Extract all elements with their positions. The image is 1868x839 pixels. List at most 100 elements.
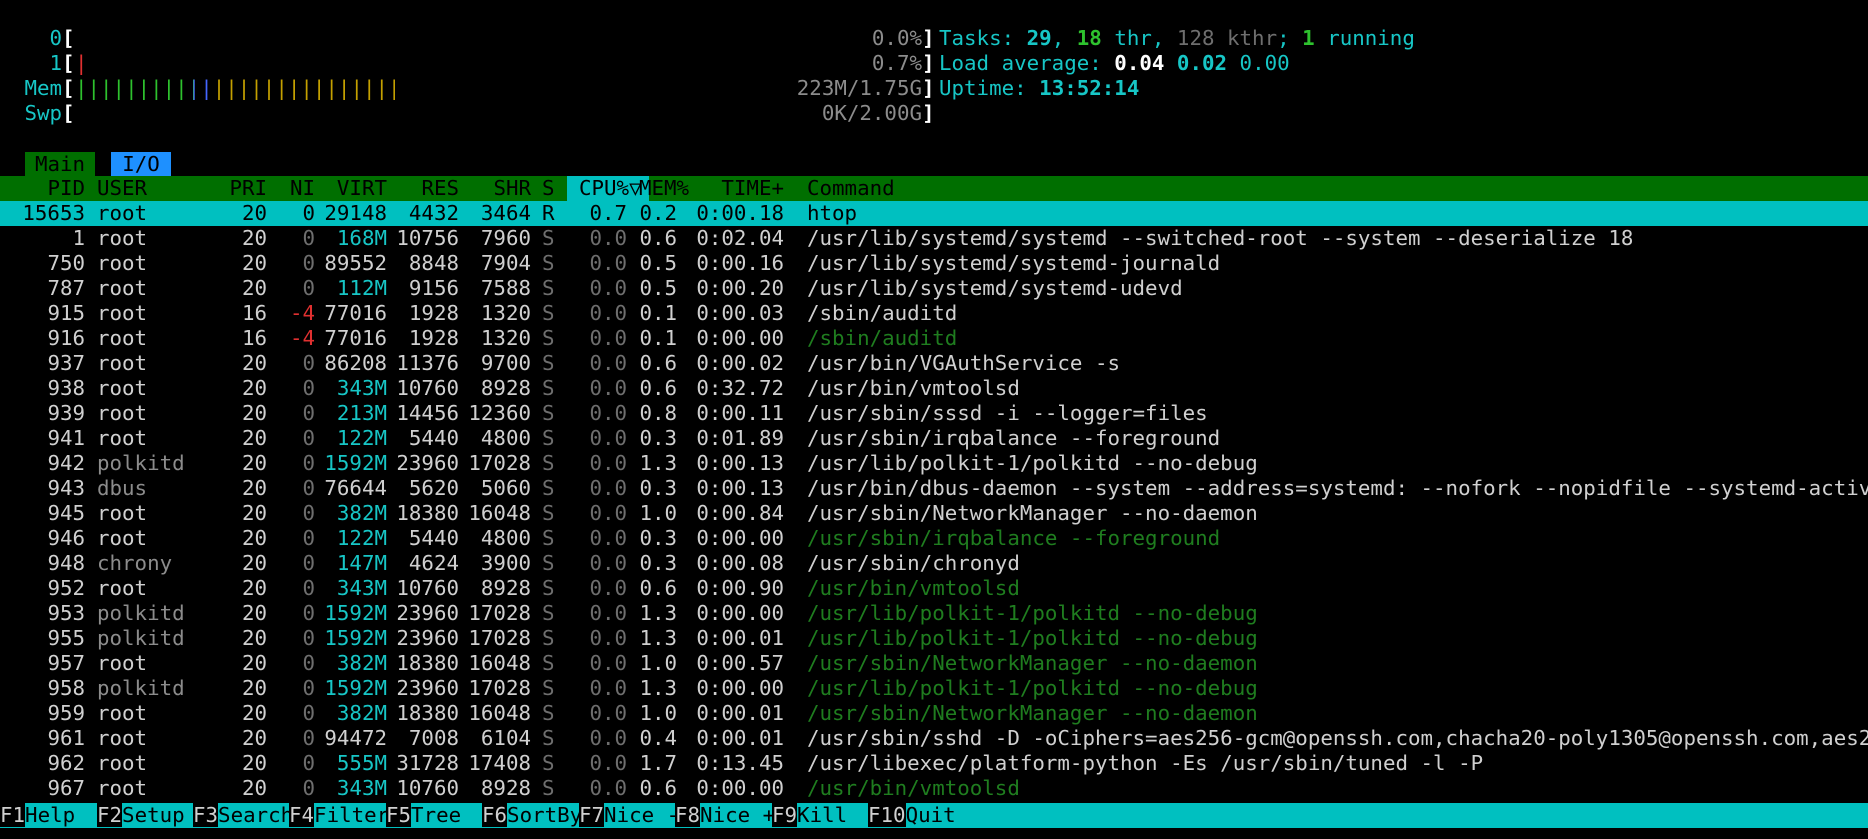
function-key-bar: F1Help F2Setup F3Search F4Filter F5Tree … xyxy=(0,803,1868,828)
cell-res: 4624 xyxy=(408,551,459,575)
cell-cpu: 0.0 xyxy=(589,451,627,475)
tab-io[interactable]: I/O xyxy=(111,152,171,176)
cell-virt: 122M xyxy=(336,526,387,550)
tasks-count: 29 xyxy=(1026,26,1052,50)
cell-mem: 1.0 xyxy=(639,501,677,525)
cell-res: 18380 xyxy=(396,501,459,525)
cell-res: 31728 xyxy=(396,751,459,775)
cell-res: 10756 xyxy=(396,226,459,250)
col-mem[interactable]: MEM% xyxy=(639,176,689,201)
cell-time: 0:00.00 xyxy=(696,676,784,700)
col-pid[interactable]: PID xyxy=(0,176,85,201)
cell-ni: 0 xyxy=(302,676,315,700)
cell-cpu: 0.0 xyxy=(589,226,627,250)
cell-cpu: 0.0 xyxy=(589,651,627,675)
cell-res: 7008 xyxy=(408,726,459,750)
f5-tree-button[interactable]: F5Tree xyxy=(386,803,482,828)
swp-value: 0K/2.00G xyxy=(821,101,922,125)
cell-mem: 1.3 xyxy=(639,451,677,475)
col-res[interactable]: RES xyxy=(387,176,459,201)
cell-time: 0:00.08 xyxy=(696,551,784,575)
mem-value: 223M/1.75G xyxy=(796,76,922,100)
cell-user: polkitd xyxy=(97,626,185,650)
cell-shr: 16048 xyxy=(468,701,531,725)
cell-command: /usr/sbin/NetworkManager --no-daemon xyxy=(807,651,1258,675)
cell-command: /usr/sbin/irqbalance --foreground xyxy=(807,526,1221,550)
cell-pid: 1 xyxy=(72,226,85,250)
cell-command: /usr/lib/systemd/systemd-journald xyxy=(807,251,1221,275)
cell-shr: 9700 xyxy=(480,351,531,375)
cpu1-label: 1 xyxy=(49,51,62,75)
col-ni[interactable]: NI xyxy=(270,176,315,201)
cell-s: S xyxy=(542,451,555,475)
cell-mem: 0.6 xyxy=(639,226,677,250)
cell-pid: 959 xyxy=(47,701,85,725)
col-command[interactable]: Command xyxy=(807,176,895,201)
cell-command: /usr/sbin/NetworkManager --no-daemon xyxy=(807,501,1258,525)
f4-filter-button[interactable]: F4Filter xyxy=(289,803,389,828)
f3-search-button[interactable]: F3Search xyxy=(193,803,293,828)
cell-mem: 0.1 xyxy=(639,326,677,350)
f7-nice-minus-button[interactable]: F7Nice - xyxy=(579,803,679,828)
cell-mem: 0.3 xyxy=(639,426,677,450)
col-cpu-sorted[interactable]: CPU%▽ xyxy=(567,176,649,201)
cell-res: 10760 xyxy=(396,376,459,400)
col-shr[interactable]: SHR xyxy=(459,176,531,201)
cell-pid: 941 xyxy=(47,426,85,450)
cell-pri: 20 xyxy=(241,576,267,600)
cell-s: S xyxy=(542,526,555,550)
cell-mem: 0.5 xyxy=(639,251,677,275)
cell-shr: 16048 xyxy=(468,501,531,525)
cell-s: S xyxy=(542,626,555,650)
cell-ni: 0 xyxy=(302,451,315,475)
mem-label: Mem xyxy=(24,76,62,100)
cell-time: 0:00.13 xyxy=(696,451,784,475)
f8-nice-plus-button[interactable]: F8Nice + xyxy=(675,803,775,828)
cell-res: 14456 xyxy=(396,401,459,425)
col-pri[interactable]: PRI xyxy=(220,176,267,201)
cell-mem: 0.6 xyxy=(639,776,677,800)
cell-cpu: 0.0 xyxy=(589,601,627,625)
cell-s: S xyxy=(542,401,555,425)
cell-res: 18380 xyxy=(396,651,459,675)
cell-cpu: 0.0 xyxy=(589,751,627,775)
cell-pid: 943 xyxy=(47,476,85,500)
cell-time: 0:00.16 xyxy=(696,251,784,275)
cell-time: 0:13.45 xyxy=(696,751,784,775)
cell-pri: 20 xyxy=(241,201,267,225)
cell-shr: 17028 xyxy=(468,676,531,700)
f2-setup-button[interactable]: F2Setup xyxy=(97,803,193,828)
cell-pid: 787 xyxy=(47,276,85,300)
col-time[interactable]: TIME+ xyxy=(690,176,784,201)
cell-pri: 20 xyxy=(241,601,267,625)
cell-time: 0:00.00 xyxy=(696,526,784,550)
col-s[interactable]: S xyxy=(542,176,555,201)
cell-res: 1928 xyxy=(408,301,459,325)
cell-user: root xyxy=(97,526,148,550)
swp-label: Swp xyxy=(24,101,62,125)
cell-pid: 955 xyxy=(47,626,85,650)
cell-time: 0:00.90 xyxy=(696,576,784,600)
f1-help-button[interactable]: F1Help xyxy=(0,803,97,828)
cpu0-label: 0 xyxy=(49,26,62,50)
f9-kill-button[interactable]: F9Kill xyxy=(772,803,868,828)
tab-main[interactable]: Main xyxy=(25,152,95,176)
cell-user: polkitd xyxy=(97,601,185,625)
cell-command: /sbin/auditd xyxy=(807,301,958,325)
cell-s: S xyxy=(542,426,555,450)
f6-sortby-button[interactable]: F6SortBy xyxy=(482,803,582,828)
cell-pid: 967 xyxy=(47,776,85,800)
col-user[interactable]: USER xyxy=(97,176,147,201)
cell-cpu: 0.0 xyxy=(589,501,627,525)
cell-time: 0:00.18 xyxy=(696,201,784,225)
cell-pid: 952 xyxy=(47,576,85,600)
process-row-selected[interactable]: 15653 root 20 0 29148 4432 3464 R 0.7 0.2 0:00.18 h… xyxy=(0,201,1868,226)
cell-res: 10760 xyxy=(396,776,459,800)
cpu0-meter: 0 [ 0.0% ] xyxy=(0,26,934,51)
cell-s: S xyxy=(542,651,555,675)
col-virt[interactable]: VIRT xyxy=(315,176,387,201)
f10-quit-button[interactable]: F10Quit xyxy=(868,803,978,828)
cell-res: 1928 xyxy=(408,326,459,350)
cell-cpu: 0.0 xyxy=(589,526,627,550)
cell-mem: 1.0 xyxy=(639,701,677,725)
